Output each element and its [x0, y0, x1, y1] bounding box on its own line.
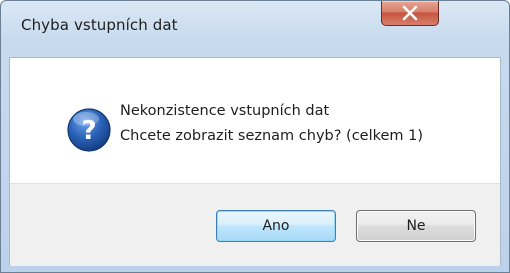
dialog-title: Chyba vstupních dat — [21, 16, 178, 34]
close-icon — [402, 5, 418, 21]
message-area: ? Nekonzistence vstupních dat Chcete zob… — [10, 58, 500, 183]
question-icon: ? — [67, 108, 111, 152]
message-text-2: Chcete zobrazit seznam chyb? (celkem 1) — [120, 128, 424, 144]
dialog-window: Chyba vstupních dat ? Nekonzistence vstu… — [0, 0, 510, 273]
yes-button[interactable]: Ano — [216, 210, 336, 242]
message-text-1: Nekonzistence vstupních dat — [120, 103, 330, 119]
button-bar: Ano Ne — [10, 183, 500, 266]
title-bar[interactable]: Chyba vstupních dat — [1, 1, 509, 57]
dialog-body: ? Nekonzistence vstupních dat Chcete zob… — [9, 57, 501, 266]
svg-text:?: ? — [81, 116, 96, 146]
no-button[interactable]: Ne — [356, 210, 476, 242]
close-button[interactable] — [381, 1, 439, 26]
